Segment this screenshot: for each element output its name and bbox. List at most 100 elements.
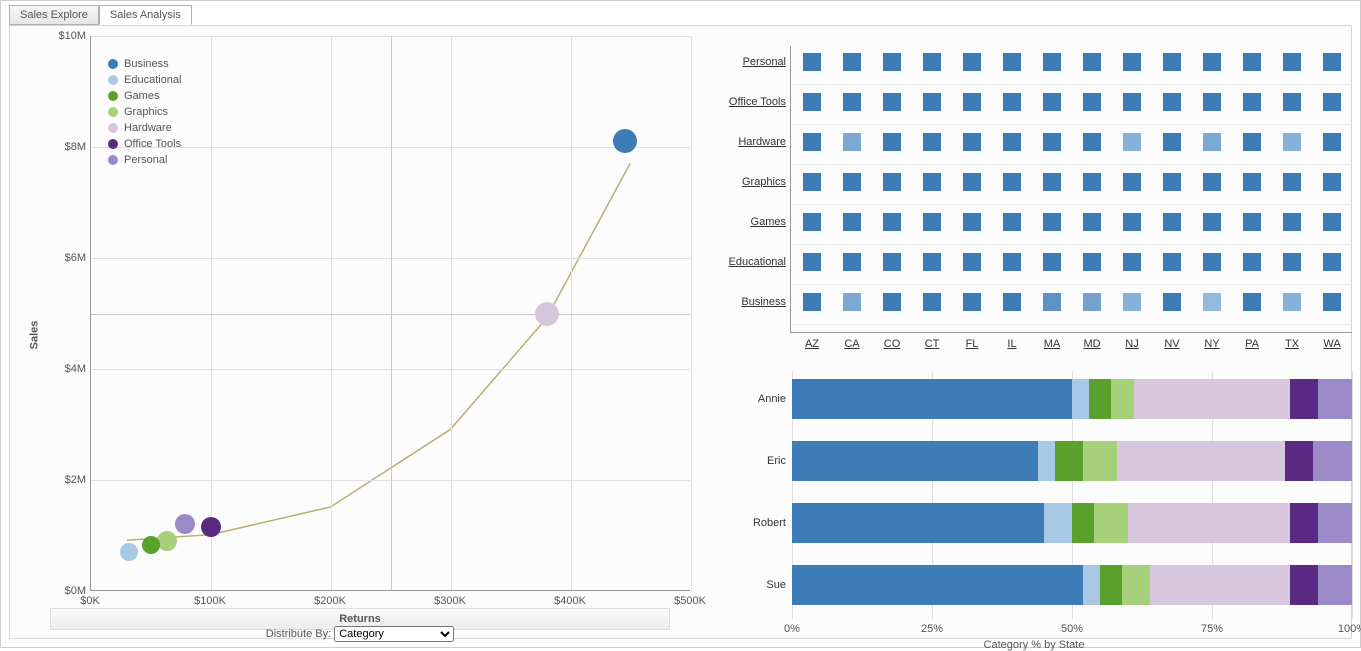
heatmap-cell[interactable] xyxy=(803,253,821,271)
heatmap-col-tx[interactable]: TX xyxy=(1285,338,1299,350)
heatmap-cell[interactable] xyxy=(1043,53,1061,71)
heatmap-cell[interactable] xyxy=(1243,53,1261,71)
stacked-seg-educational[interactable] xyxy=(1083,565,1100,605)
legend-item-business[interactable]: Business xyxy=(108,56,182,72)
heatmap-cell[interactable] xyxy=(1203,213,1221,231)
heatmap-cell[interactable] xyxy=(1043,213,1061,231)
legend-item-educational[interactable]: Educational xyxy=(108,72,182,88)
heatmap-cell[interactable] xyxy=(883,293,901,311)
heatmap-cell[interactable] xyxy=(1323,253,1341,271)
heatmap-cell[interactable] xyxy=(1123,133,1141,151)
heatmap-cell[interactable] xyxy=(1123,293,1141,311)
stacked-seg-graphics[interactable] xyxy=(1094,503,1128,543)
heatmap-cell[interactable] xyxy=(1323,213,1341,231)
heatmap-cell[interactable] xyxy=(923,53,941,71)
heatmap-cell[interactable] xyxy=(1163,293,1181,311)
heatmap-cell[interactable] xyxy=(883,213,901,231)
legend-item-hardware[interactable]: Hardware xyxy=(108,120,182,136)
heatmap-cell[interactable] xyxy=(1163,93,1181,111)
heatmap-cell[interactable] xyxy=(923,293,941,311)
stacked-seg-games[interactable] xyxy=(1055,441,1083,481)
heatmap-col-co[interactable]: CO xyxy=(884,338,901,350)
heatmap-cell[interactable] xyxy=(843,253,861,271)
heatmap-cell[interactable] xyxy=(1163,133,1181,151)
heatmap-cell[interactable] xyxy=(963,53,981,71)
heatmap-row-graphics[interactable]: Graphics xyxy=(716,176,786,188)
stacked-bar-chart[interactable]: 0%25%50%75%100%AnnieEricRobertSueCategor… xyxy=(716,371,1352,636)
heatmap-cell[interactable] xyxy=(843,173,861,191)
heatmap-cell[interactable] xyxy=(1283,213,1301,231)
stacked-seg-graphics[interactable] xyxy=(1122,565,1150,605)
heatmap-cell[interactable] xyxy=(1283,133,1301,151)
heatmap-cell[interactable] xyxy=(1003,293,1021,311)
heatmap-cell[interactable] xyxy=(923,173,941,191)
heatmap-cell[interactable] xyxy=(1283,53,1301,71)
heatmap-cell[interactable] xyxy=(923,213,941,231)
heatmap-cell[interactable] xyxy=(1163,53,1181,71)
stacked-row-eric[interactable]: Eric xyxy=(716,455,786,467)
heatmap-row-personal[interactable]: Personal xyxy=(716,56,786,68)
heatmap-row-office-tools[interactable]: Office Tools xyxy=(716,96,786,108)
heatmap-cell[interactable] xyxy=(923,133,941,151)
stacked-seg-games[interactable] xyxy=(1089,379,1111,419)
heatmap-col-nj[interactable]: NJ xyxy=(1125,338,1138,350)
stacked-seg-office-tools[interactable] xyxy=(1290,503,1318,543)
heatmap-cell[interactable] xyxy=(1323,93,1341,111)
heatmap-cell[interactable] xyxy=(1083,173,1101,191)
heatmap-chart[interactable]: PersonalOffice ToolsHardwareGraphicsGame… xyxy=(716,46,1352,356)
heatmap-cell[interactable] xyxy=(883,133,901,151)
heatmap-cell[interactable] xyxy=(803,53,821,71)
heatmap-col-ma[interactable]: MA xyxy=(1044,338,1061,350)
legend-item-office-tools[interactable]: Office Tools xyxy=(108,136,182,152)
legend-item-personal[interactable]: Personal xyxy=(108,152,182,168)
scatter-point-business[interactable] xyxy=(613,129,637,153)
heatmap-col-nv[interactable]: NV xyxy=(1164,338,1179,350)
heatmap-cell[interactable] xyxy=(883,53,901,71)
stacked-row-annie[interactable]: Annie xyxy=(716,393,786,405)
heatmap-cell[interactable] xyxy=(1003,173,1021,191)
heatmap-cell[interactable] xyxy=(1323,133,1341,151)
scatter-point-office-tools[interactable] xyxy=(201,517,221,537)
stacked-seg-graphics[interactable] xyxy=(1083,441,1117,481)
scatter-point-games[interactable] xyxy=(142,536,160,554)
scatter-point-personal[interactable] xyxy=(175,514,195,534)
heatmap-cell[interactable] xyxy=(1323,293,1341,311)
distribute-select[interactable]: Category xyxy=(334,626,454,642)
heatmap-cell[interactable] xyxy=(1283,293,1301,311)
stacked-seg-office-tools[interactable] xyxy=(1285,441,1313,481)
heatmap-cell[interactable] xyxy=(1243,133,1261,151)
heatmap-cell[interactable] xyxy=(963,93,981,111)
heatmap-cell[interactable] xyxy=(963,293,981,311)
heatmap-cell[interactable] xyxy=(843,53,861,71)
stacked-bar[interactable] xyxy=(792,379,1352,419)
heatmap-cell[interactable] xyxy=(1003,253,1021,271)
stacked-row-sue[interactable]: Sue xyxy=(716,579,786,591)
heatmap-cell[interactable] xyxy=(1283,173,1301,191)
heatmap-cell[interactable] xyxy=(963,253,981,271)
heatmap-cell[interactable] xyxy=(1163,253,1181,271)
heatmap-cell[interactable] xyxy=(1043,133,1061,151)
heatmap-cell[interactable] xyxy=(923,253,941,271)
scatter-point-educational[interactable] xyxy=(120,543,138,561)
heatmap-cell[interactable] xyxy=(963,213,981,231)
stacked-seg-business[interactable] xyxy=(792,441,1038,481)
heatmap-cell[interactable] xyxy=(843,293,861,311)
stacked-row-robert[interactable]: Robert xyxy=(716,517,786,529)
stacked-seg-business[interactable] xyxy=(792,565,1083,605)
heatmap-cell[interactable] xyxy=(843,93,861,111)
heatmap-cell[interactable] xyxy=(1203,173,1221,191)
heatmap-cell[interactable] xyxy=(1123,253,1141,271)
heatmap-cell[interactable] xyxy=(1043,293,1061,311)
heatmap-col-fl[interactable]: FL xyxy=(966,338,979,350)
heatmap-cell[interactable] xyxy=(1123,173,1141,191)
stacked-seg-educational[interactable] xyxy=(1044,503,1072,543)
stacked-seg-hardware[interactable] xyxy=(1150,565,1290,605)
heatmap-row-educational[interactable]: Educational xyxy=(716,256,786,268)
heatmap-cell[interactable] xyxy=(1083,93,1101,111)
heatmap-cell[interactable] xyxy=(923,93,941,111)
heatmap-cell[interactable] xyxy=(963,173,981,191)
heatmap-cell[interactable] xyxy=(1163,173,1181,191)
heatmap-cell[interactable] xyxy=(963,133,981,151)
heatmap-cell[interactable] xyxy=(803,293,821,311)
stacked-seg-personal[interactable] xyxy=(1318,565,1352,605)
